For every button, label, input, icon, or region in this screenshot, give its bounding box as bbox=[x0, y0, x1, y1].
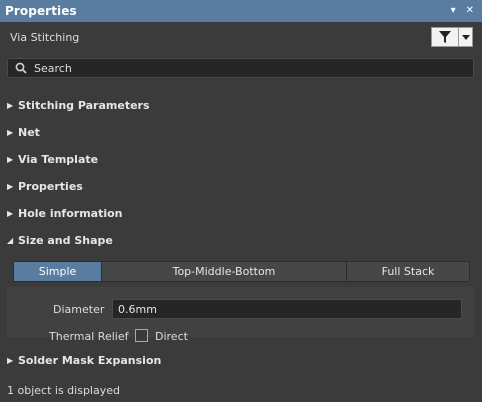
expand-arrow-icon: ▶ bbox=[7, 127, 14, 137]
section-label: Via Template bbox=[18, 152, 99, 166]
section-via-template[interactable]: ▶ Via Template bbox=[7, 151, 98, 167]
mode-top-middle-bottom-button[interactable]: Top-Middle-Bottom bbox=[102, 262, 347, 281]
section-label: Size and Shape bbox=[18, 233, 113, 247]
thermal-relief-label: Thermal Relief bbox=[49, 330, 129, 343]
section-label: Properties bbox=[18, 179, 83, 193]
mode-full-stack-button[interactable]: Full Stack bbox=[347, 262, 469, 281]
close-icon[interactable]: ✕ bbox=[466, 0, 474, 22]
section-hole-information[interactable]: ▶ Hole information bbox=[7, 205, 123, 221]
filter-button[interactable] bbox=[431, 27, 459, 47]
search-icon bbox=[15, 61, 29, 75]
section-stitching-parameters[interactable]: ▶ Stitching Parameters bbox=[7, 97, 150, 113]
expand-arrow-icon: ▶ bbox=[7, 100, 14, 110]
section-net[interactable]: ▶ Net bbox=[7, 124, 40, 140]
search-placeholder: Search bbox=[34, 61, 72, 75]
section-properties[interactable]: ▶ Properties bbox=[7, 178, 83, 194]
filter-icon bbox=[439, 31, 451, 43]
section-label: Hole information bbox=[18, 206, 123, 220]
section-solder-mask-expansion[interactable]: ▶ Solder Mask Expansion bbox=[7, 352, 161, 368]
filter-dropdown-button[interactable] bbox=[459, 27, 473, 47]
chevron-down-icon bbox=[461, 34, 470, 40]
status-text: 1 object is displayed bbox=[7, 384, 120, 397]
diameter-field[interactable]: 0.6mm bbox=[112, 299, 462, 319]
object-type-label: Via Stitching bbox=[10, 31, 80, 44]
expand-arrow-icon: ▶ bbox=[7, 355, 14, 365]
direct-label: Direct bbox=[155, 330, 188, 343]
panel-title: Properties bbox=[5, 4, 77, 18]
filter-control[interactable] bbox=[431, 27, 473, 47]
search-input[interactable]: Search bbox=[7, 58, 474, 78]
mode-simple-button[interactable]: Simple bbox=[14, 262, 102, 281]
section-label: Stitching Parameters bbox=[18, 98, 150, 112]
section-label: Net bbox=[18, 125, 40, 139]
direct-checkbox[interactable] bbox=[135, 329, 148, 342]
collapse-arrow-icon: ◢ bbox=[7, 235, 14, 245]
expand-arrow-icon: ▶ bbox=[7, 208, 14, 218]
diameter-label: Diameter bbox=[53, 303, 105, 316]
section-label: Solder Mask Expansion bbox=[18, 353, 162, 367]
shape-mode-selector: Simple Top-Middle-Bottom Full Stack bbox=[13, 261, 470, 282]
expand-arrow-icon: ▶ bbox=[7, 181, 14, 191]
panel-menu-dropdown-icon[interactable]: ▾ bbox=[451, 0, 456, 22]
expand-arrow-icon: ▶ bbox=[7, 154, 14, 164]
panel-title-bar: Properties ▾ ✕ bbox=[0, 0, 482, 22]
section-size-and-shape[interactable]: ◢ Size and Shape bbox=[7, 232, 113, 248]
